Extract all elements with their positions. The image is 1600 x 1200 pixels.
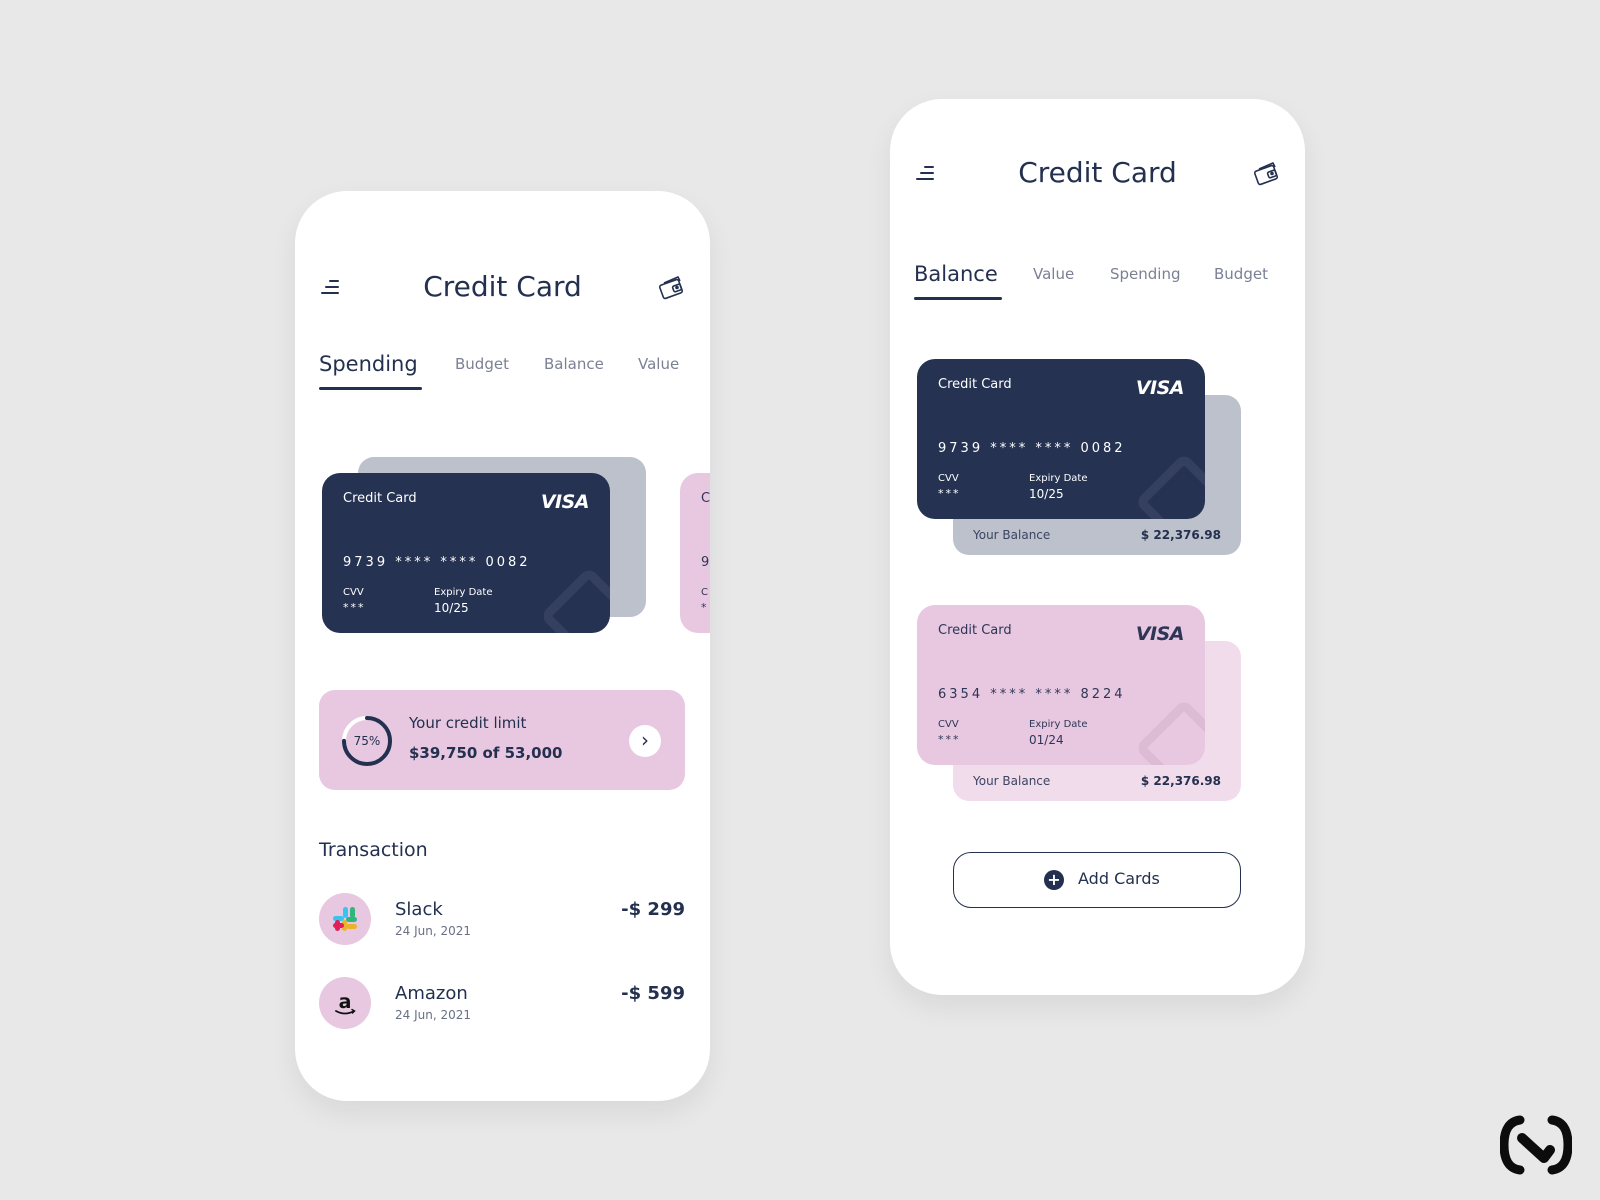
balance-label: Your Balance — [973, 528, 1051, 542]
tab-balance[interactable]: Balance — [914, 254, 1002, 300]
credit-card-peek[interactable]: C 9 C * — [680, 473, 710, 633]
credit-card[interactable]: Credit Card VISA 9739 **** **** 0082 CVV… — [322, 473, 610, 633]
phone-screen-spending: Credit Card Spending Budget Balance Valu… — [295, 191, 710, 1101]
credit-limit-amount: $39,750 of 53,000 — [409, 744, 563, 762]
tab-spending[interactable]: Spending — [1110, 254, 1181, 294]
tab-balance[interactable]: Balance — [544, 344, 604, 384]
amazon-logo-icon: a — [319, 977, 371, 1029]
cvv-value: *** — [938, 733, 961, 746]
credit-limit-title: Your credit limit — [409, 714, 527, 732]
tab-value[interactable]: Value — [1033, 254, 1074, 294]
card-decoration-icon — [1134, 452, 1205, 519]
tab-spending[interactable]: Spending — [319, 344, 422, 390]
transaction-date: 24 Jun, 2021 — [395, 1008, 472, 1022]
tab-value[interactable]: Value — [638, 344, 679, 384]
brand-logo-icon — [1500, 1115, 1572, 1175]
cvv-label: CVV — [343, 587, 364, 598]
transaction-amount: -$ 599 — [621, 983, 685, 1004]
wallet-icon[interactable] — [658, 273, 686, 301]
add-cards-button[interactable]: + Add Cards — [953, 852, 1241, 908]
expiry-value: 10/25 — [434, 601, 469, 615]
expiry-label: Expiry Date — [1029, 473, 1088, 484]
cvv-value: * — [701, 601, 709, 614]
transaction-heading: Transaction — [319, 839, 428, 861]
card-label: C — [701, 491, 710, 506]
slack-logo-icon — [319, 893, 371, 945]
card-number: 9739 **** **** 0082 — [343, 555, 531, 570]
expiry-value: 01/24 — [1029, 733, 1064, 747]
wallet-icon[interactable] — [1253, 159, 1281, 187]
page-title: Credit Card — [423, 270, 582, 303]
transaction-item[interactable]: Slack 24 Jun, 2021 -$ 299 — [319, 893, 685, 947]
tab-bar: Balance Value Spending Budget — [914, 254, 1281, 300]
page-title: Credit Card — [1018, 156, 1177, 189]
transaction-name: Amazon — [395, 983, 468, 1004]
balance-label: Your Balance — [973, 774, 1051, 788]
credit-limit-percent: 75% — [353, 734, 381, 748]
balance-value: $ 22,376.98 — [1140, 528, 1221, 542]
cvv-label: CVV — [938, 473, 959, 484]
card-decoration-icon — [1134, 698, 1205, 765]
transaction-name: Slack — [395, 899, 443, 920]
card-decoration-icon — [539, 566, 610, 633]
credit-limit-panel[interactable]: 75% Your credit limit $39,750 of 53,000 … — [319, 690, 685, 790]
cvv-label: C — [701, 587, 708, 598]
svg-text:a: a — [339, 991, 352, 1013]
plus-circle-icon: + — [1044, 870, 1064, 890]
transaction-date: 24 Jun, 2021 — [395, 924, 472, 938]
card-label: Credit Card — [343, 491, 417, 506]
add-cards-label: Add Cards — [1078, 869, 1160, 888]
tab-bar: Spending Budget Balance Value — [319, 344, 686, 390]
cvv-value: *** — [938, 487, 961, 500]
card-label: Credit Card — [938, 377, 1012, 392]
header: Credit Card — [295, 267, 710, 307]
card-number: 6354 **** **** 8224 — [938, 687, 1126, 702]
card-number: 9 — [701, 555, 710, 570]
visa-logo: VISA — [540, 491, 590, 513]
phone-screen-balance: Credit Card Balance Value Spending Budge… — [890, 99, 1305, 995]
visa-logo: VISA — [1135, 623, 1185, 645]
cvv-label: CVV — [938, 719, 959, 730]
credit-card[interactable]: Credit Card VISA 9739 **** **** 0082 CVV… — [917, 359, 1205, 519]
expiry-value: 10/25 — [1029, 487, 1064, 501]
balance-value: $ 22,376.98 — [1140, 774, 1221, 788]
tab-budget[interactable]: Budget — [455, 344, 509, 384]
transaction-amount: -$ 299 — [621, 899, 685, 920]
card-label: Credit Card — [938, 623, 1012, 638]
header: Credit Card — [890, 153, 1305, 193]
chevron-right-icon[interactable]: › — [629, 725, 661, 757]
credit-card[interactable]: Credit Card VISA 6354 **** **** 8224 CVV… — [917, 605, 1205, 765]
card-number: 9739 **** **** 0082 — [938, 441, 1126, 456]
expiry-label: Expiry Date — [1029, 719, 1088, 730]
cvv-value: *** — [343, 601, 366, 614]
visa-logo: VISA — [1135, 377, 1185, 399]
transaction-item[interactable]: a Amazon 24 Jun, 2021 -$ 599 — [319, 977, 685, 1031]
tab-budget[interactable]: Budget — [1214, 254, 1268, 294]
expiry-label: Expiry Date — [434, 587, 493, 598]
